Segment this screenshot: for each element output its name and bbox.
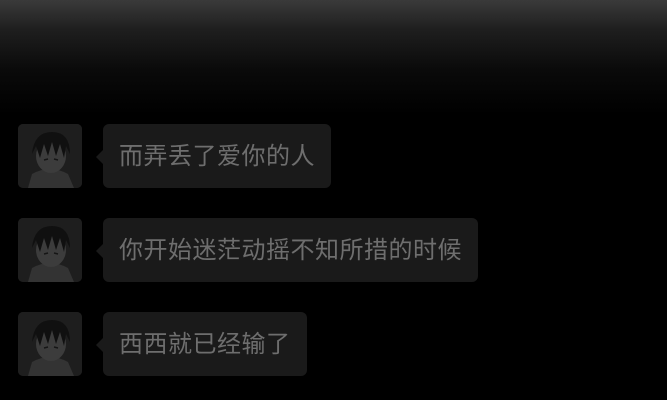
anime-boy-avatar-icon bbox=[18, 312, 82, 376]
message-bubble[interactable]: 而弄丢了爱你的人 bbox=[96, 124, 331, 188]
anime-boy-avatar-icon bbox=[18, 218, 82, 282]
message-bubble[interactable]: 西西就已经输了 bbox=[96, 312, 307, 376]
avatar[interactable] bbox=[18, 218, 82, 282]
avatar[interactable] bbox=[18, 312, 82, 376]
chat-screen: 而弄丢了爱你的人 你开始迷茫动摇不知所措的时候 西西就已经输了 bbox=[0, 0, 667, 400]
message-bubble[interactable]: 你开始迷茫动摇不知所措的时候 bbox=[96, 218, 478, 282]
anime-boy-avatar-icon bbox=[18, 124, 82, 188]
avatar[interactable] bbox=[18, 124, 82, 188]
